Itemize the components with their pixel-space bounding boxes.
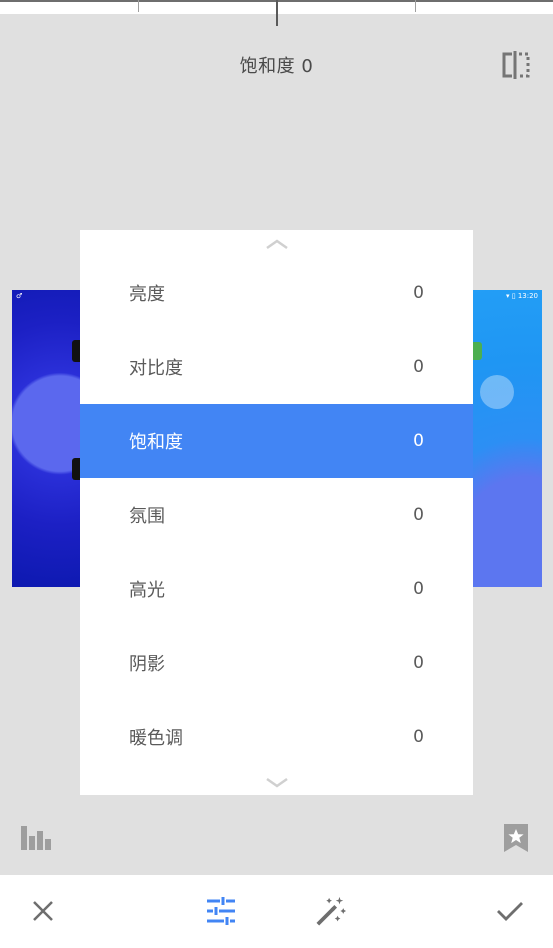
decorative-circle [480, 375, 514, 409]
slider-center-marker[interactable] [276, 0, 278, 26]
apply-button[interactable] [494, 895, 526, 927]
menu-item-label: 饱和度 [129, 432, 183, 453]
menu-item-value: 0 [413, 431, 424, 451]
menu-item-label: 高光 [129, 580, 165, 601]
adjustment-menu: 亮度 0 对比度 0 饱和度 0 氛围 0 高光 0 阴影 0 暖色调 0 [80, 230, 473, 795]
menu-item-highlights[interactable]: 高光 0 [80, 552, 473, 626]
menu-item-value: 0 [413, 727, 424, 747]
compare-icon[interactable] [500, 50, 532, 80]
slider-tick [138, 0, 139, 12]
slider-tick [415, 0, 416, 12]
cancel-button[interactable] [27, 895, 59, 927]
check-icon [497, 902, 523, 921]
chevron-down-icon[interactable] [80, 773, 473, 793]
menu-item-warmth[interactable]: 暖色调 0 [80, 700, 473, 774]
tune-icon [207, 897, 235, 925]
menu-item-value: 0 [413, 505, 424, 525]
photo-status-text: ▾ ▯ 13:20 [506, 292, 538, 300]
menu-item-value: 0 [413, 283, 424, 303]
tune-button[interactable] [205, 895, 237, 927]
menu-item-shadows[interactable]: 阴影 0 [80, 626, 473, 700]
menu-item-saturation[interactable]: 饱和度 0 [80, 404, 473, 478]
photo-preview-right: ▾ ▯ 13:20 [462, 290, 542, 587]
adjustment-slider[interactable] [0, 0, 553, 26]
menu-item-contrast[interactable]: 对比度 0 [80, 330, 473, 404]
magic-wand-icon [316, 896, 347, 926]
menu-item-label: 亮度 [129, 284, 165, 305]
auto-enhance-button[interactable] [315, 895, 347, 927]
adjustment-title: 饱和度 0 [239, 56, 314, 77]
menu-item-value: 0 [413, 653, 424, 673]
adjustment-list: 亮度 0 对比度 0 饱和度 0 氛围 0 高光 0 阴影 0 暖色调 0 [80, 256, 473, 774]
menu-item-label: 阴影 [129, 654, 165, 675]
bottom-toolbar [0, 875, 553, 948]
menu-item-value: 0 [413, 579, 424, 599]
chevron-up-icon[interactable] [80, 234, 473, 254]
menu-item-label: 对比度 [129, 358, 183, 379]
menu-item-ambiance[interactable]: 氛围 0 [80, 478, 473, 552]
menu-item-label: 暖色调 [129, 728, 183, 749]
histogram-icon[interactable] [20, 825, 54, 851]
bookmark-star-icon[interactable] [503, 823, 529, 853]
menu-item-brightness[interactable]: 亮度 0 [80, 256, 473, 330]
menu-item-value: 0 [413, 357, 424, 377]
close-icon [33, 901, 53, 921]
menu-item-label: 氛围 [129, 506, 165, 527]
